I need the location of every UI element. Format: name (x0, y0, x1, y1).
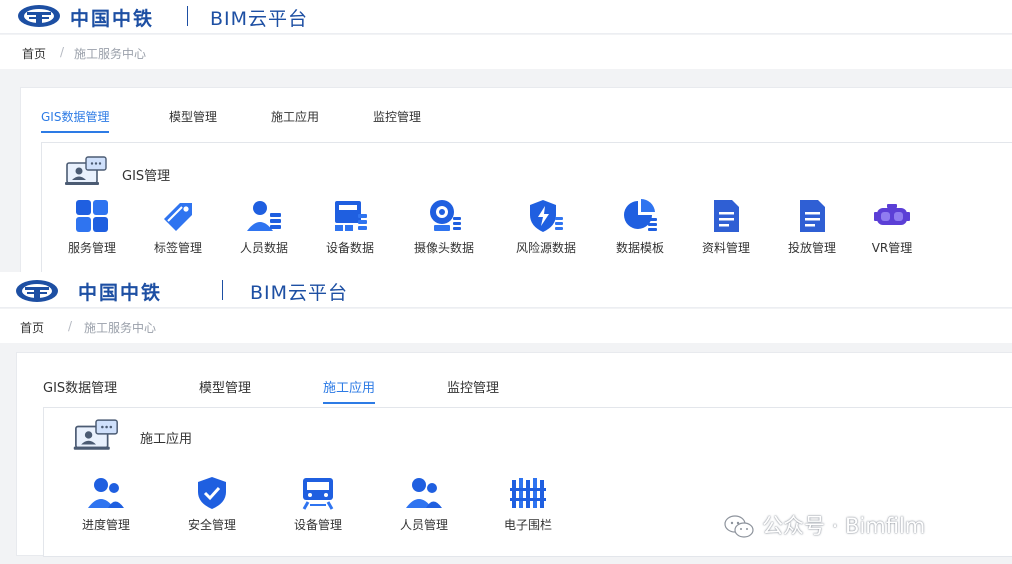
app-label: 投放管理 (787, 241, 836, 255)
app-delivery-management[interactable]: 投放管理 (772, 199, 852, 256)
tab-construction[interactable]: 施工应用 (271, 108, 319, 131)
screenshot-panel-gis: 中国中铁 BIM云平台 首页 / 施工服务中心 GIS数据管理 模型管理 施工应… (0, 0, 1012, 272)
section-title: 施工应用 (140, 432, 193, 447)
breadcrumb: 首页 / 施工服务中心 (0, 309, 1012, 343)
app-label: 摄像头数据 (413, 241, 474, 255)
app-label: 服务管理 (67, 241, 116, 255)
breadcrumb-home[interactable]: 首页 (20, 319, 44, 336)
content-card: GIS数据管理 模型管理 施工应用 监控管理 GIS管理 服务管理 标签管理 人… (20, 87, 1012, 272)
breadcrumb-separator: / (68, 319, 73, 333)
tab-model[interactable]: 模型管理 (199, 377, 251, 402)
device-list-icon (335, 201, 367, 231)
camera-list-icon (430, 200, 461, 231)
app-label: 设备数据 (325, 241, 374, 255)
wechat-icon (724, 515, 754, 538)
app-label: 人员数据 (239, 241, 288, 255)
tab-monitoring[interactable]: 监控管理 (447, 377, 499, 402)
train-icon (302, 478, 334, 510)
brand-divider (187, 6, 188, 26)
brand-divider (222, 280, 223, 300)
app-service-management[interactable]: 服务管理 (52, 199, 132, 256)
app-label: 电子围栏 (503, 518, 552, 532)
monitor-chat-icon (65, 156, 107, 185)
tab-gis-data[interactable]: GIS数据管理 (43, 377, 117, 402)
crec-logo-icon (18, 5, 60, 27)
section-title: GIS管理 (122, 169, 171, 184)
tab-construction[interactable]: 施工应用 (323, 377, 376, 404)
crec-logo-icon (16, 280, 58, 302)
app-group: GIS管理 服务管理 标签管理 人员数据 设备数据 摄像头数据 风险源数据 数据… (41, 142, 1012, 272)
company-name: 中国中铁 (78, 282, 163, 304)
platform-name: BIM云平台 (250, 282, 349, 304)
app-label: 标签管理 (153, 241, 202, 255)
document-icon (800, 200, 825, 232)
app-label: 资料管理 (701, 241, 750, 255)
app-risk-source-data[interactable]: 风险源数据 (506, 199, 586, 256)
tab-monitoring[interactable]: 监控管理 (373, 108, 421, 131)
app-label: 人员管理 (399, 518, 448, 532)
company-name: 中国中铁 (70, 8, 155, 30)
users-icon (88, 478, 124, 508)
platform-name: BIM云平台 (210, 8, 309, 30)
app-label: 安全管理 (187, 518, 236, 532)
app-safety-management[interactable]: 安全管理 (172, 476, 252, 533)
user-list-icon (247, 201, 281, 231)
breadcrumb-current: 施工服务中心 (74, 47, 147, 61)
app-personnel-management[interactable]: 人员管理 (384, 476, 464, 533)
top-header: 中国中铁 BIM云平台 (0, 0, 1012, 34)
app-camera-data[interactable]: 摄像头数据 (404, 199, 484, 256)
monitor-chat-icon (73, 419, 118, 450)
grid-icon (76, 200, 108, 232)
app-label: 设备管理 (293, 518, 342, 532)
users-icon (406, 478, 442, 508)
app-label: VR管理 (871, 241, 913, 255)
breadcrumb-current: 施工服务中心 (84, 321, 157, 335)
pie-list-icon (624, 199, 657, 231)
tag-icon (164, 203, 192, 231)
app-document-management[interactable]: 资料管理 (686, 199, 766, 256)
tab-gis-data[interactable]: GIS数据管理 (41, 108, 110, 133)
app-label: 进度管理 (81, 518, 130, 532)
tab-model[interactable]: 模型管理 (169, 108, 217, 131)
breadcrumb-home[interactable]: 首页 (22, 45, 46, 62)
top-header: 中国中铁 BIM云平台 (0, 272, 1012, 308)
app-progress-management[interactable]: 进度管理 (66, 476, 146, 533)
fence-icon (510, 478, 546, 508)
app-personnel-data[interactable]: 人员数据 (224, 199, 304, 256)
app-label: 数据模板 (615, 241, 664, 255)
watermark-text: 公众号 · Bimfilm (762, 514, 926, 538)
app-electronic-fence[interactable]: 电子围栏 (488, 476, 568, 533)
vr-headset-icon (874, 204, 910, 225)
shield-check-icon (198, 477, 226, 509)
breadcrumb: 首页 / 施工服务中心 (0, 35, 1012, 69)
app-data-template[interactable]: 数据模板 (600, 199, 680, 256)
shield-bolt-icon (530, 200, 563, 232)
app-device-data[interactable]: 设备数据 (310, 199, 390, 256)
breadcrumb-separator: / (60, 45, 65, 59)
app-vr-management[interactable]: VR管理 (852, 199, 932, 256)
app-equipment-management[interactable]: 设备管理 (278, 476, 358, 533)
app-label: 风险源数据 (515, 241, 576, 255)
app-tag-management[interactable]: 标签管理 (138, 199, 218, 256)
document-icon (714, 200, 739, 232)
